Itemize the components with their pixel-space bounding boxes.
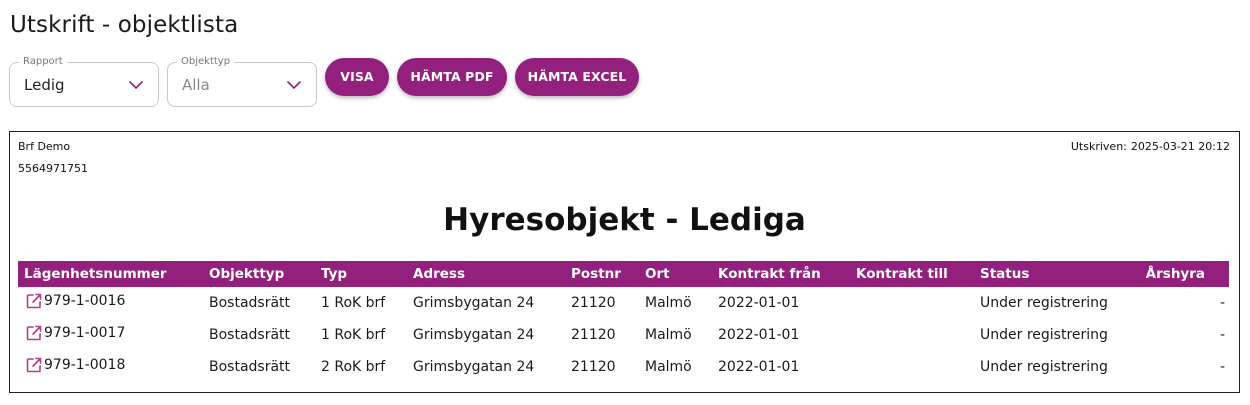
contract-to-cell — [850, 351, 974, 383]
external-link-icon[interactable] — [25, 292, 43, 310]
address-cell: Grimsbygatan 24 — [413, 327, 535, 343]
annual-rent-cell: - — [1219, 295, 1225, 311]
table-header-row: Lägenhetsnummer Objekttyp Typ Adress Pos… — [18, 261, 1229, 287]
table-row: 979-1-0018 Bostadsrätt 2 RoK brf Grimsby… — [18, 351, 1229, 383]
objekttyp-select-label: Objekttyp — [177, 55, 235, 69]
rapport-select[interactable]: Rapport Ledig — [9, 55, 159, 107]
column-header: Kontrakt från — [718, 266, 821, 282]
organization-name: Brf Demo — [18, 140, 71, 153]
apartment-link[interactable]: 979-1-0018 — [24, 356, 125, 374]
table-row: 979-1-0016 Bostadsrätt 1 RoK brf Grimsby… — [18, 287, 1229, 319]
apartment-link[interactable]: 979-1-0017 — [24, 324, 125, 342]
type-cell: 2 RoK brf — [321, 359, 386, 375]
objects-table: Lägenhetsnummer Objekttyp Typ Adress Pos… — [18, 261, 1229, 383]
page-title: Utskrift - objektlista — [10, 12, 239, 38]
contract-from-cell: 2022-01-01 — [718, 295, 800, 311]
annual-rent-cell: - — [1219, 359, 1225, 375]
postal-code-cell: 21120 — [571, 327, 616, 343]
type-cell: 1 RoK brf — [321, 295, 386, 311]
column-header: Typ — [321, 266, 348, 282]
objekttyp-select[interactable]: Objekttyp Alla — [167, 55, 317, 107]
rapport-select-label: Rapport — [19, 55, 67, 69]
type-cell: 1 RoK brf — [321, 327, 386, 343]
apartment-cell: 979-1-0016 — [18, 287, 203, 319]
external-link-icon[interactable] — [25, 324, 43, 342]
column-header: Kontrakt till — [856, 266, 948, 282]
objekttyp-select-value: Alla — [182, 76, 210, 94]
organization-number: 5564971751 — [18, 162, 88, 175]
report-title: Hyresobjekt - Lediga — [443, 202, 806, 238]
object-type-cell: Bostadsrätt — [209, 327, 291, 343]
column-header: Årshyra — [1145, 266, 1205, 282]
column-header: Postnr — [571, 266, 621, 282]
printed-label: Utskriven: — [1070, 140, 1127, 153]
postal-code-cell: 21120 — [571, 359, 616, 375]
printed-value: 2025-03-21 20:12 — [1130, 140, 1230, 153]
apartment-cell: 979-1-0017 — [18, 319, 203, 351]
rapport-select-value: Ledig — [24, 76, 65, 94]
apartment-cell: 979-1-0018 — [18, 351, 203, 383]
status-cell: Under registrering — [980, 327, 1108, 343]
status-cell: Under registrering — [980, 359, 1108, 375]
chevron-down-icon — [287, 81, 301, 89]
status-cell: Under registrering — [980, 295, 1108, 311]
chevron-down-icon — [129, 81, 143, 89]
external-link-icon[interactable] — [25, 356, 43, 374]
object-type-cell: Bostadsrätt — [209, 295, 291, 311]
column-header: Adress — [413, 266, 465, 282]
printed-timestamp: Utskriven: 2025-03-21 20:12 — [1071, 140, 1230, 153]
column-header: Status — [980, 266, 1030, 282]
city-cell: Malmö — [645, 359, 692, 375]
object-type-cell: Bostadsrätt — [209, 359, 291, 375]
contract-from-cell: 2022-01-01 — [718, 327, 800, 343]
contract-from-cell: 2022-01-01 — [718, 359, 800, 375]
city-cell: Malmö — [645, 327, 692, 343]
apartment-number: 979-1-0016 — [44, 293, 126, 309]
report-preview: Brf Demo 5564971751 Utskriven: 2025-03-21… — [9, 131, 1240, 393]
download-pdf-button[interactable]: HÄMTA PDF — [397, 58, 507, 96]
contract-to-cell — [850, 287, 974, 319]
column-header: Ort — [645, 266, 670, 282]
apartment-number: 979-1-0017 — [44, 325, 126, 341]
table-row: 979-1-0017 Bostadsrätt 1 RoK brf Grimsby… — [18, 319, 1229, 351]
column-header: Lägenhetsnummer — [24, 266, 167, 282]
apartment-link[interactable]: 979-1-0016 — [24, 292, 125, 310]
address-cell: Grimsbygatan 24 — [413, 359, 535, 375]
apartment-number: 979-1-0018 — [44, 357, 126, 373]
contract-to-cell — [850, 319, 974, 351]
address-cell: Grimsbygatan 24 — [413, 295, 535, 311]
column-header: Objekttyp — [209, 266, 285, 282]
annual-rent-cell: - — [1219, 327, 1225, 343]
postal-code-cell: 21120 — [571, 295, 616, 311]
city-cell: Malmö — [645, 295, 692, 311]
visa-button[interactable]: VISA — [325, 58, 389, 96]
download-excel-button[interactable]: HÄMTA EXCEL — [515, 58, 639, 96]
